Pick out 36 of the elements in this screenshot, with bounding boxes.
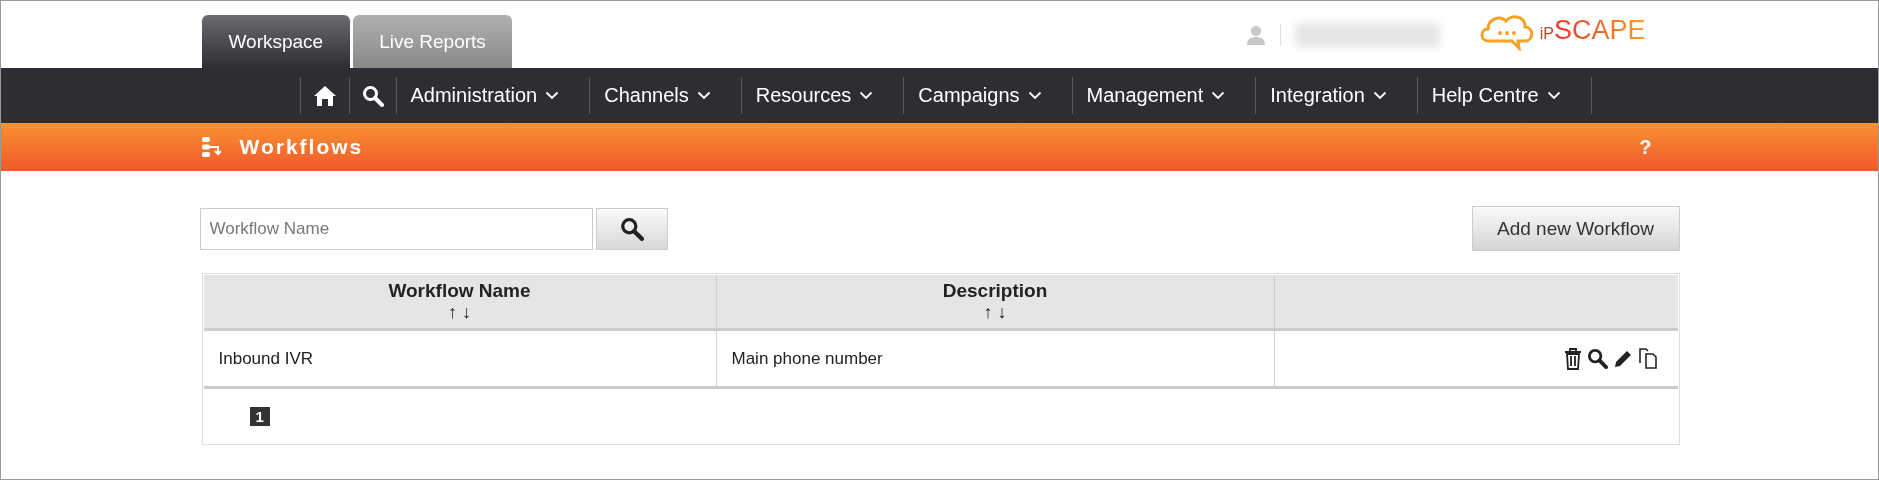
chevron-down-icon[interactable] — [545, 91, 560, 100]
home-icon[interactable] — [312, 84, 337, 107]
nav-menu-item[interactable]: Channels — [590, 84, 725, 107]
sort-arrows[interactable]: ↑ ↓ — [448, 302, 471, 323]
page-title: Workflows — [239, 135, 364, 159]
page-number[interactable]: 1 — [249, 407, 270, 426]
search-icon[interactable] — [1586, 348, 1608, 369]
search-button[interactable] — [595, 207, 668, 250]
column-header[interactable]: Workflow Name — [388, 280, 531, 302]
chevron-down-icon[interactable] — [1211, 91, 1226, 100]
search-icon[interactable] — [619, 216, 644, 241]
chevron-down-icon[interactable] — [1372, 91, 1387, 100]
nav-menu-item[interactable]: Management — [1072, 84, 1240, 107]
pencil-icon[interactable] — [1612, 348, 1633, 369]
table-cell: Main phone number — [731, 348, 883, 369]
nav-menu-item[interactable]: Resources — [741, 84, 888, 107]
search-icon[interactable] — [361, 84, 384, 107]
chevron-down-icon[interactable] — [696, 91, 711, 100]
trash-icon[interactable] — [1563, 347, 1582, 370]
nav-menu-item[interactable]: Integration — [1256, 84, 1401, 107]
sort-arrows[interactable]: ↑ ↓ — [983, 302, 1007, 323]
top-tab[interactable]: Workspace — [201, 15, 351, 68]
logo-prefix: iP — [1539, 24, 1554, 43]
add-workflow-button[interactable]: Add new Workflow — [1471, 206, 1680, 251]
nav-menu-item[interactable]: Administration — [396, 84, 574, 107]
nav-menu-item[interactable]: Campaigns — [904, 84, 1056, 107]
search-field[interactable]: Workflow Name — [199, 207, 593, 250]
chevron-down-icon[interactable] — [1546, 91, 1561, 100]
user-icon — [1245, 24, 1266, 45]
column-header[interactable]: Description — [942, 280, 1048, 302]
nav-menu-item[interactable]: Help Centre — [1417, 84, 1575, 107]
copy-icon[interactable] — [1637, 348, 1658, 369]
chevron-down-icon[interactable] — [1027, 91, 1042, 100]
table-cell: Inbound IVR — [218, 348, 313, 369]
workflow-icon — [199, 136, 224, 158]
chevron-down-icon[interactable] — [859, 91, 874, 100]
